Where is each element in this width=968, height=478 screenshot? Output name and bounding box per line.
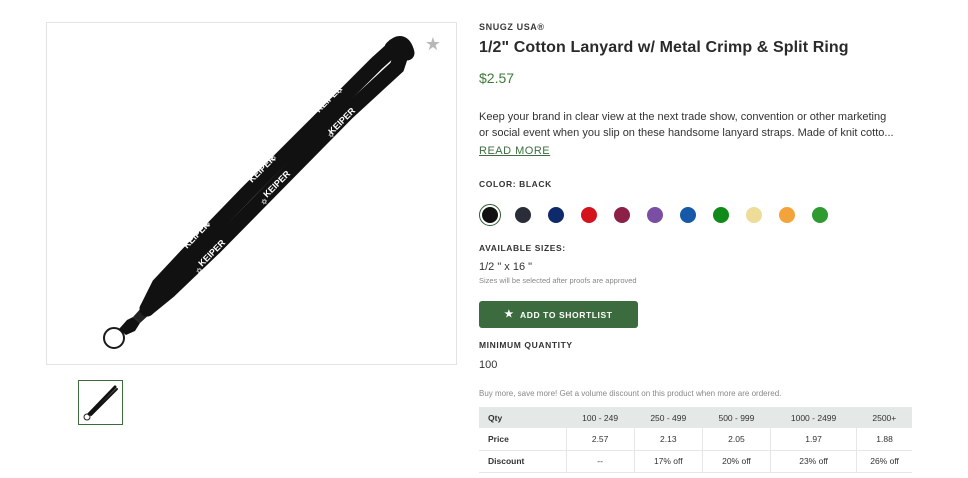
color-swatch-khaki[interactable] [743, 204, 765, 226]
color-label: COLOR: BLACK [479, 179, 552, 189]
color-swatch-royal-blue[interactable] [677, 204, 699, 226]
header-cell: 250 - 499 [634, 407, 703, 428]
color-swatch-dark-gray[interactable] [512, 204, 534, 226]
color-swatch-black[interactable] [479, 204, 501, 226]
header-cell: 500 - 999 [702, 407, 771, 428]
brand-name: SNUGZ USA® [479, 22, 545, 32]
color-swatch-dot [581, 207, 597, 223]
color-swatch-kelly-green[interactable] [809, 204, 831, 226]
size-note: Sizes will be selected after proofs are … [479, 276, 637, 285]
header-cell: 2500+ [856, 407, 912, 428]
color-swatch-orange[interactable] [776, 204, 798, 226]
table-row: Price 2.57 2.13 2.05 1.97 1.88 [479, 428, 912, 451]
color-swatch-dot [515, 207, 531, 223]
color-swatch-maroon[interactable] [611, 204, 633, 226]
table-cell: 17% off [634, 450, 703, 473]
table-cell: -- [566, 450, 635, 473]
product-details: SNUGZ USA® 1/2" Cotton Lanyard w/ Metal … [479, 22, 919, 473]
color-swatch-dot [713, 207, 729, 223]
color-swatch-dot [746, 207, 762, 223]
product-description: Keep your brand in clear view at the nex… [479, 109, 911, 141]
color-swatch-dot [548, 207, 564, 223]
table-cell: 2.05 [702, 428, 772, 451]
size-value: 1/2 " x 16 " [479, 261, 533, 273]
description-line: or social event when you slip on these h… [479, 127, 894, 139]
header-cell: Qty [479, 407, 567, 428]
lanyard-thumbnail-image [83, 385, 118, 421]
read-more-link[interactable]: READ MORE [479, 145, 550, 157]
description-line: Keep your brand in clear view at the nex… [479, 111, 887, 123]
color-swatch-red[interactable] [578, 204, 600, 226]
favorite-star-icon[interactable]: ★ [424, 35, 442, 53]
star-icon: ★ [504, 309, 514, 320]
table-cell: 1.97 [770, 428, 858, 451]
pricing-header-row: Qty 100 - 249 250 - 499 500 - 999 1000 -… [479, 407, 912, 428]
product-thumbnail[interactable] [78, 380, 123, 425]
minimum-quantity-value: 100 [479, 359, 498, 371]
product-title: 1/2" Cotton Lanyard w/ Metal Crimp & Spl… [479, 39, 849, 56]
table-row: Discount -- 17% off 20% off 23% off 26% … [479, 450, 912, 473]
table-cell: 1.88 [856, 428, 912, 451]
color-swatch-dot [647, 207, 663, 223]
table-cell: Price [479, 428, 567, 451]
color-swatch-dot [482, 207, 498, 223]
shortlist-label: ADD TO SHORTLIST [520, 309, 613, 320]
table-cell: 26% off [856, 450, 912, 473]
pricing-table: Qty 100 - 249 250 - 499 500 - 999 1000 -… [479, 407, 912, 473]
color-swatch-dot [614, 207, 630, 223]
table-cell: 2.13 [634, 428, 703, 451]
minimum-quantity-label: MINIMUM QUANTITY [479, 340, 573, 350]
table-cell: 20% off [702, 450, 772, 473]
color-swatch-dot [812, 207, 828, 223]
volume-discount-note: Buy more, save more! Get a volume discou… [479, 389, 782, 398]
color-swatch-green[interactable] [710, 204, 732, 226]
product-price: $2.57 [479, 70, 515, 86]
header-cell: 100 - 249 [566, 407, 635, 428]
main-product-image: KEIPER KEIPER KEIPER KEIPER KEIPER KEIPE… [46, 22, 457, 365]
add-to-shortlist-button[interactable]: ★ ADD TO SHORTLIST [479, 301, 638, 328]
color-swatch-purple[interactable] [644, 204, 666, 226]
table-cell: 23% off [770, 450, 858, 473]
lanyard-image: KEIPER KEIPER KEIPER KEIPER KEIPER KEIPE… [103, 36, 415, 349]
color-swatch-dot [680, 207, 696, 223]
color-swatch-navy[interactable] [545, 204, 567, 226]
color-swatches [479, 202, 919, 228]
sizes-label: AVAILABLE SIZES: [479, 243, 566, 253]
table-cell: Discount [479, 450, 567, 473]
header-cell: 1000 - 2499 [770, 407, 857, 428]
color-swatch-dot [779, 207, 795, 223]
table-cell: 2.57 [566, 428, 635, 451]
